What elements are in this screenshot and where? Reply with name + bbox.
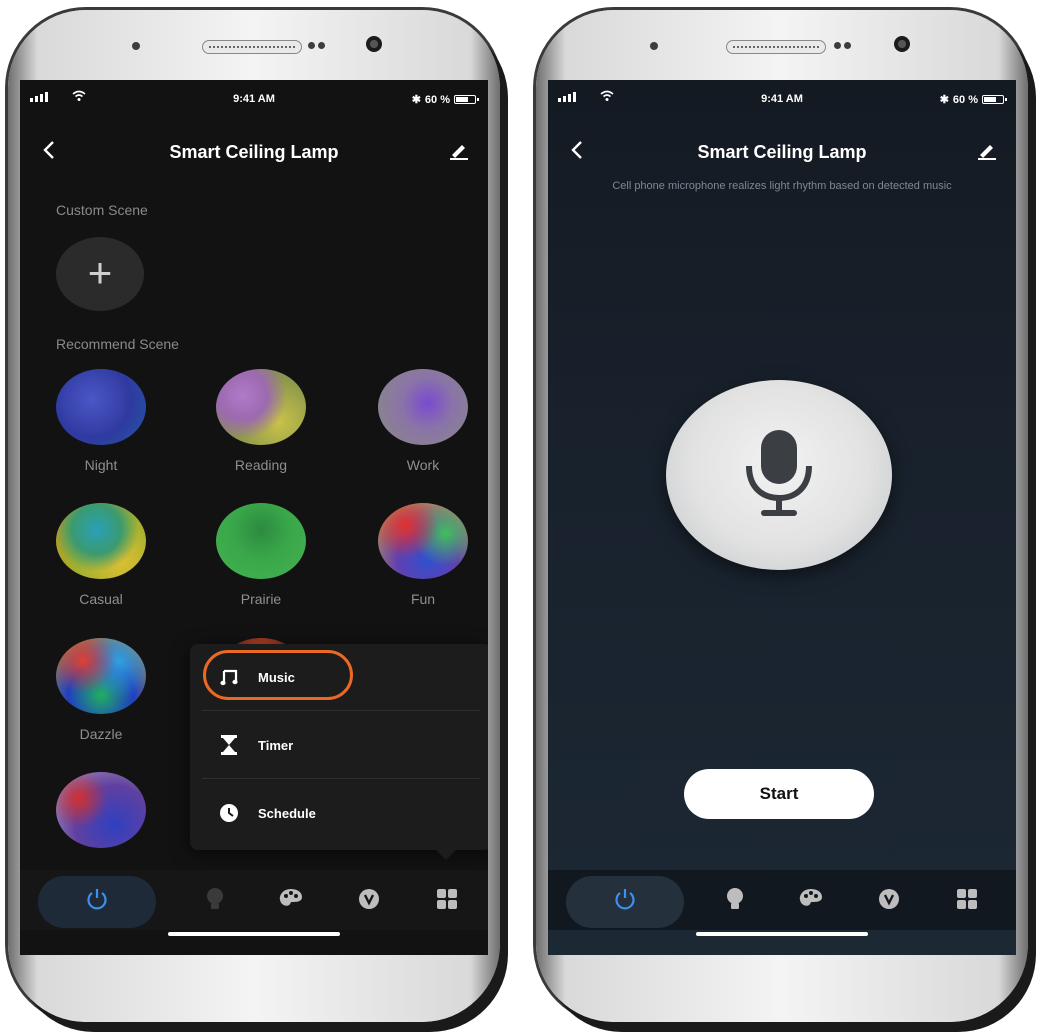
home-indicator bbox=[168, 932, 340, 936]
left-phone: 9:41 AM ✱ 60 % Smart Ceiling Lamp Custom… bbox=[8, 10, 500, 1022]
music-mode-description: Cell phone microphone realizes light rhy… bbox=[612, 180, 952, 192]
bulb-icon[interactable] bbox=[720, 884, 750, 914]
scene-label: Reading bbox=[234, 457, 288, 473]
scene-dazzle[interactable]: Dazzle bbox=[56, 638, 146, 742]
camera-dot bbox=[844, 42, 851, 49]
front-camera bbox=[894, 36, 910, 52]
page-title: Smart Ceiling Lamp bbox=[169, 142, 339, 162]
power-icon[interactable] bbox=[82, 884, 112, 914]
scene-orb bbox=[56, 503, 146, 579]
menu-label: Music bbox=[258, 669, 295, 685]
palette-icon[interactable] bbox=[796, 884, 826, 914]
right-phone: 9:41 AM ✱ 60 % Smart Ceiling Lamp Cell p… bbox=[536, 10, 1028, 1022]
scene-casual[interactable]: Casual bbox=[56, 503, 146, 607]
front-camera bbox=[366, 36, 382, 52]
scene-orb bbox=[56, 638, 146, 714]
scene-work[interactable]: Work bbox=[378, 369, 468, 473]
battery-icon bbox=[454, 95, 479, 104]
camera-dot bbox=[834, 42, 841, 49]
nav-bar: Smart Ceiling Lamp bbox=[20, 134, 488, 174]
edit-pencil-icon[interactable] bbox=[448, 142, 470, 160]
scene-label: Work bbox=[406, 457, 440, 473]
palette-icon[interactable] bbox=[276, 884, 306, 914]
scene-orb bbox=[56, 369, 146, 445]
scene-orb bbox=[216, 369, 306, 445]
scene-label: Fun bbox=[410, 591, 436, 607]
grid-icon[interactable] bbox=[432, 884, 462, 914]
clock-icon bbox=[218, 802, 240, 824]
scene-fun[interactable]: Fun bbox=[378, 503, 468, 607]
scene-label: Casual bbox=[79, 591, 123, 607]
menu-label: Timer bbox=[258, 737, 294, 753]
recommend-scene-label: Recommend Scene bbox=[56, 336, 179, 352]
menu-item-music[interactable]: Music bbox=[202, 644, 480, 711]
edit-pencil-icon[interactable] bbox=[976, 142, 998, 160]
start-button[interactable]: Start bbox=[684, 769, 874, 819]
battery-percent: 60 % bbox=[424, 93, 450, 106]
hourglass-icon bbox=[218, 734, 240, 756]
add-custom-scene-button[interactable]: + bbox=[56, 237, 144, 311]
status-bar: 9:41 AM ✱ 60 % bbox=[548, 80, 1016, 118]
scene-icon[interactable] bbox=[874, 884, 904, 914]
scene-reading[interactable]: Reading bbox=[216, 369, 306, 473]
scene-prairie[interactable]: Prairie bbox=[216, 503, 306, 607]
scene-label: Night bbox=[84, 457, 118, 473]
home-indicator bbox=[696, 932, 868, 936]
scene-label: Dazzle bbox=[79, 726, 123, 742]
speaker-grille bbox=[202, 40, 302, 54]
page-title: Smart Ceiling Lamp bbox=[697, 142, 867, 162]
bottom-tab-bar bbox=[548, 870, 1016, 936]
scene-orb bbox=[216, 503, 306, 579]
battery-percent: 60 % bbox=[952, 93, 978, 106]
microphone-icon bbox=[746, 430, 812, 516]
scene-label: Prairie bbox=[240, 591, 282, 607]
speaker-grille bbox=[726, 40, 826, 54]
bulb-icon[interactable] bbox=[200, 884, 230, 914]
quick-menu-popup: Music Timer Schedule bbox=[190, 644, 488, 860]
microphone-button[interactable] bbox=[666, 380, 892, 570]
left-screen: 9:41 AM ✱ 60 % Smart Ceiling Lamp Custom… bbox=[20, 80, 488, 955]
menu-item-schedule[interactable]: Schedule bbox=[202, 780, 480, 846]
custom-scene-label: Custom Scene bbox=[56, 202, 148, 218]
scene-orb bbox=[378, 503, 468, 579]
scene-icon[interactable] bbox=[354, 884, 384, 914]
right-screen: 9:41 AM ✱ 60 % Smart Ceiling Lamp Cell p… bbox=[548, 80, 1016, 955]
nav-bar: Smart Ceiling Lamp bbox=[548, 134, 1016, 174]
menu-label: Schedule bbox=[258, 805, 316, 821]
battery-icon bbox=[982, 95, 1007, 104]
power-icon[interactable] bbox=[610, 884, 640, 914]
camera-dot bbox=[318, 42, 325, 49]
grid-icon[interactable] bbox=[952, 884, 982, 914]
sensor-dot bbox=[132, 42, 140, 50]
bottom-tab-bar bbox=[20, 870, 488, 936]
bluetooth-icon: ✱ bbox=[939, 94, 949, 106]
bluetooth-icon: ✱ bbox=[411, 94, 421, 106]
status-bar: 9:41 AM ✱ 60 % bbox=[20, 80, 488, 118]
camera-dot bbox=[308, 42, 315, 49]
scene-partial[interactable] bbox=[56, 772, 146, 848]
sensor-dot bbox=[650, 42, 658, 50]
phone-top-bezel bbox=[8, 10, 500, 82]
menu-item-timer[interactable]: Timer bbox=[202, 712, 480, 779]
scene-orb bbox=[378, 369, 468, 445]
phone-top-bezel bbox=[536, 10, 1028, 82]
scene-orb bbox=[56, 772, 146, 848]
music-note-icon bbox=[218, 666, 240, 688]
scene-night[interactable]: Night bbox=[56, 369, 146, 473]
